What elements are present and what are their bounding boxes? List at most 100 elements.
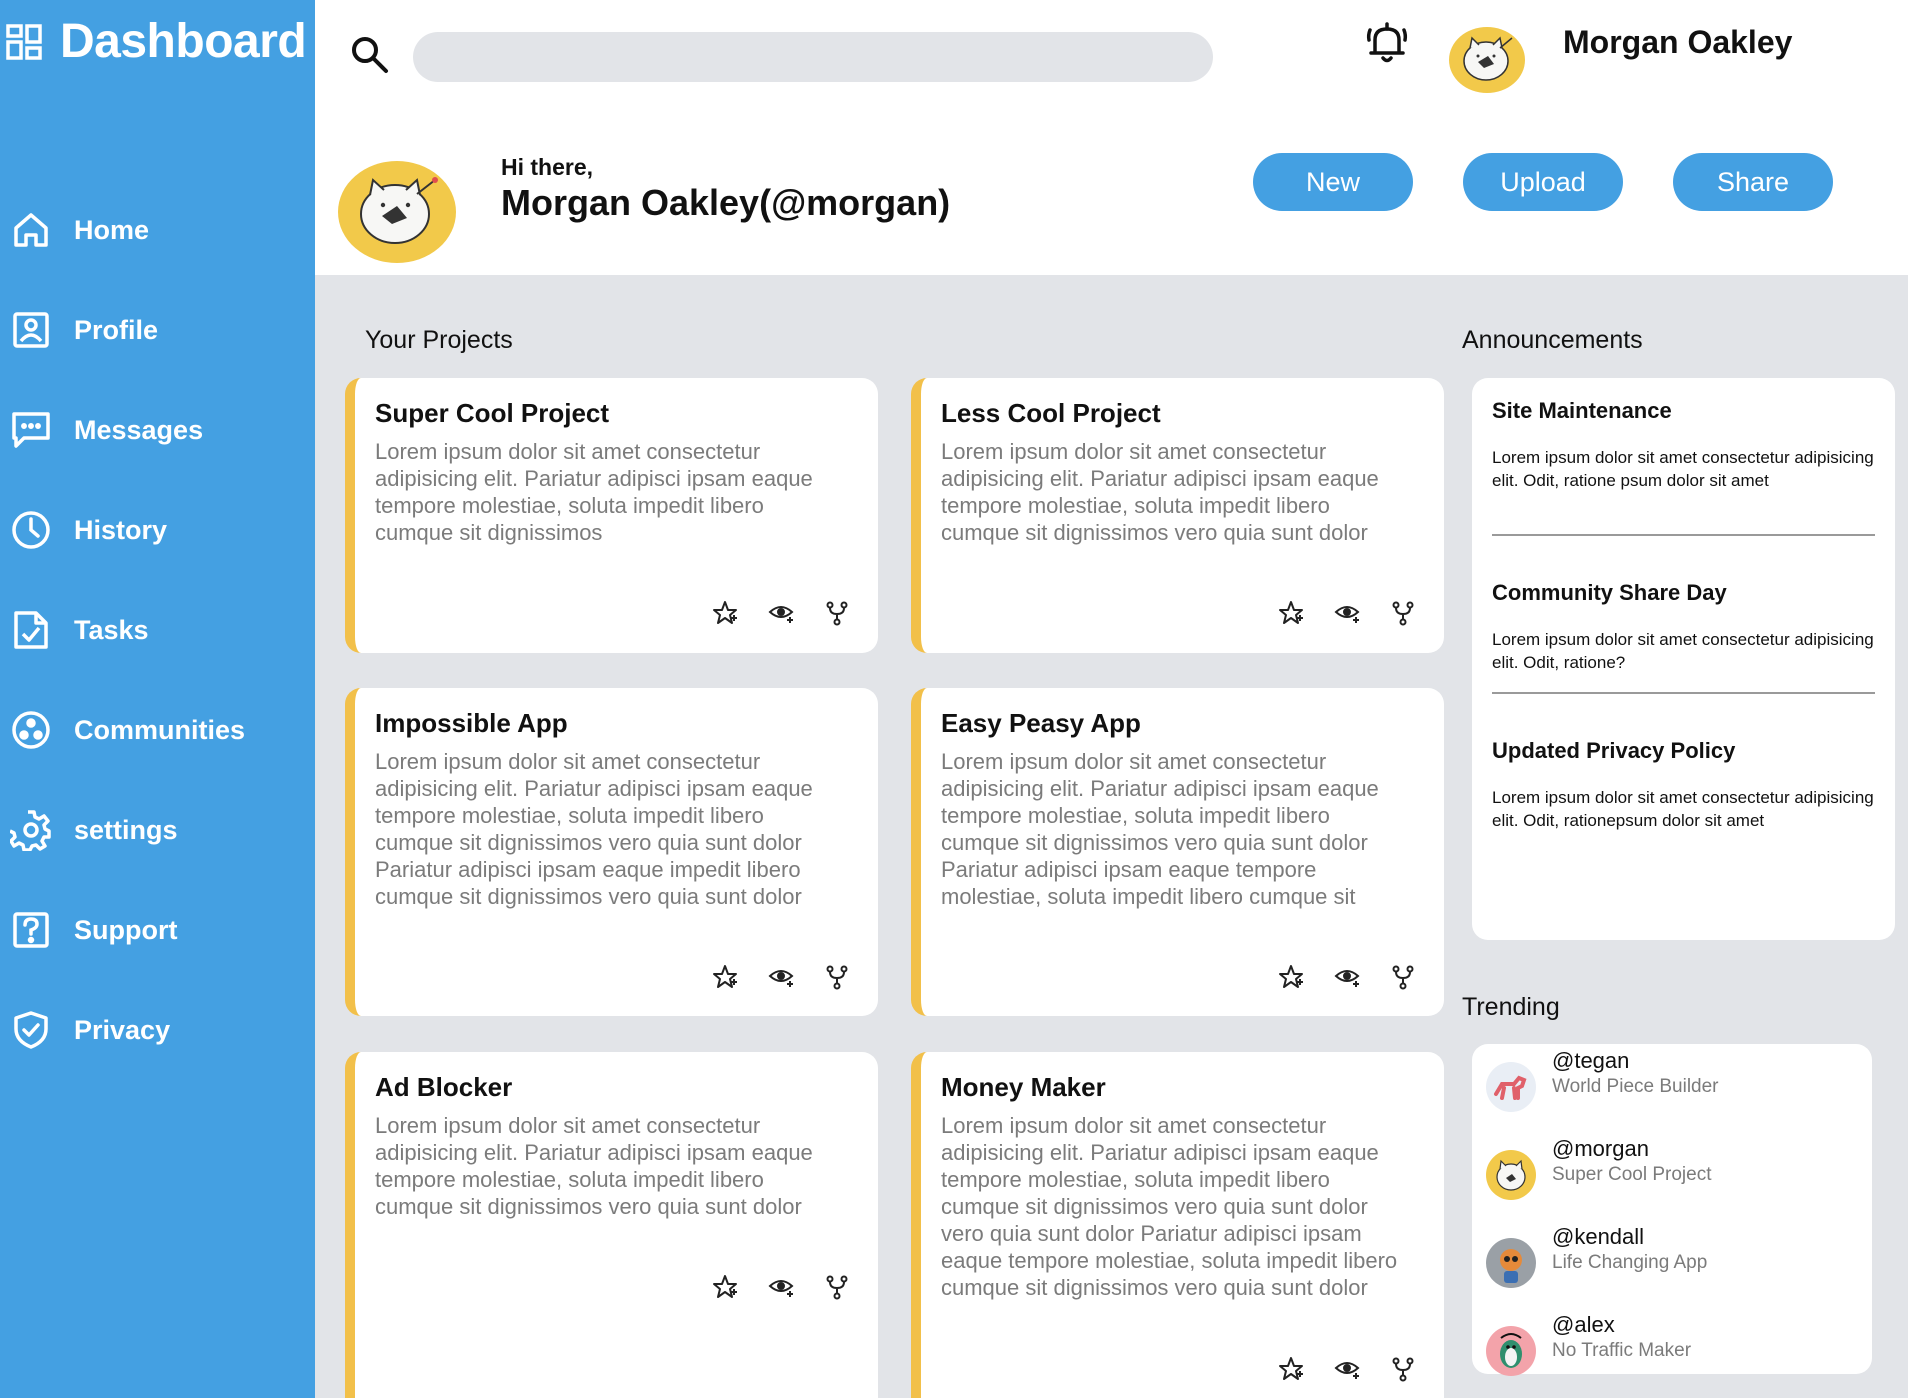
star-icon[interactable] xyxy=(712,1274,738,1300)
trending-item[interactable]: @morgan Super Cool Project xyxy=(1486,1136,1856,1216)
announcements-panel: Site Maintenance Lorem ipsum dolor sit a… xyxy=(1472,378,1895,940)
watch-icon[interactable] xyxy=(1334,1356,1360,1382)
announcement-item[interactable]: Updated Privacy Policy Lorem ipsum dolor… xyxy=(1492,738,1875,832)
trending-item[interactable]: @alex No Traffic Maker xyxy=(1486,1312,1856,1392)
share-button[interactable]: Share xyxy=(1673,153,1833,211)
project-card[interactable]: Easy Peasy App Lorem ipsum dolor sit ame… xyxy=(911,688,1444,1016)
sidebar-item-support[interactable]: Support xyxy=(0,880,315,980)
watch-icon[interactable] xyxy=(768,964,794,990)
fork-icon[interactable] xyxy=(824,964,850,990)
sidebar-item-messages[interactable]: Messages xyxy=(0,380,315,480)
trending-handle: @alex xyxy=(1552,1312,1615,1337)
dashboard-grid-icon xyxy=(6,23,42,60)
penguin-avatar xyxy=(1486,1326,1536,1376)
trending-project: Life Changing App xyxy=(1552,1252,1708,1273)
trending-handle: @kendall xyxy=(1552,1224,1645,1249)
sidebar-item-tasks[interactable]: Tasks xyxy=(0,580,315,680)
trending-handle: @tegan xyxy=(1552,1048,1630,1073)
sidebar-item-label: Tasks xyxy=(74,614,149,645)
project-actions xyxy=(1278,964,1416,990)
project-card[interactable]: Less Cool Project Lorem ipsum dolor sit … xyxy=(911,378,1444,653)
sidebar-item-label: Home xyxy=(74,214,150,245)
sidebar-item-privacy[interactable]: Privacy xyxy=(0,980,315,1080)
divider xyxy=(1492,692,1875,694)
sidebar: Dashboard Home Profile Messages History xyxy=(0,0,315,1398)
sidebar-item-profile[interactable]: Profile xyxy=(0,280,315,380)
announcement-item[interactable]: Community Share Day Lorem ipsum dolor si… xyxy=(1492,580,1875,674)
home-icon xyxy=(10,209,52,251)
fork-icon[interactable] xyxy=(1390,964,1416,990)
project-title: Money Maker xyxy=(941,1072,1106,1102)
search-icon[interactable] xyxy=(349,34,391,76)
projects-heading: Your Projects xyxy=(365,326,513,354)
trending-project: Super Cool Project xyxy=(1552,1164,1712,1185)
project-description: Lorem ipsum dolor sit amet consectetur a… xyxy=(375,749,813,909)
clock-icon xyxy=(10,509,52,551)
announcement-body: Lorem ipsum dolor sit amet consectetur a… xyxy=(1492,788,1874,830)
tasks-icon xyxy=(10,609,52,651)
profile-icon xyxy=(10,309,52,351)
sidebar-item-communities[interactable]: Communities xyxy=(0,680,315,780)
announcement-title: Site Maintenance xyxy=(1492,398,1672,423)
trending-project: No Traffic Maker xyxy=(1552,1340,1692,1361)
project-card[interactable]: Super Cool Project Lorem ipsum dolor sit… xyxy=(345,378,878,653)
sidebar-item-label: Profile xyxy=(74,314,159,345)
brand-title: Dashboard xyxy=(60,15,307,68)
trending-item[interactable]: @tegan World Piece Builder xyxy=(1486,1048,1856,1128)
message-icon xyxy=(10,409,52,451)
trending-panel: @tegan World Piece Builder @morgan Super… xyxy=(1472,1044,1872,1376)
trending-handle: @morgan xyxy=(1552,1136,1649,1161)
project-card[interactable]: Impossible App Lorem ipsum dolor sit ame… xyxy=(345,688,878,1016)
trending-item[interactable]: @kendall Life Changing App xyxy=(1486,1224,1856,1304)
new-button[interactable]: New xyxy=(1253,153,1413,211)
search-input[interactable] xyxy=(413,32,1213,82)
star-icon[interactable] xyxy=(1278,1356,1304,1382)
brand[interactable]: Dashboard xyxy=(6,14,307,69)
fork-icon[interactable] xyxy=(824,600,850,626)
sidebar-item-history[interactable]: History xyxy=(0,480,315,580)
project-description: Lorem ipsum dolor sit amet consectetur a… xyxy=(375,1113,813,1219)
project-description: Lorem ipsum dolor sit amet consectetur a… xyxy=(375,439,813,545)
star-icon[interactable] xyxy=(712,600,738,626)
gear-icon xyxy=(10,809,52,851)
sidebar-item-label: Messages xyxy=(74,414,204,445)
sidebar-item-label: settings xyxy=(74,814,178,845)
watch-icon[interactable] xyxy=(1334,600,1360,626)
sidebar-item-home[interactable]: Home xyxy=(0,180,315,280)
watch-icon[interactable] xyxy=(768,1274,794,1300)
announcement-item[interactable]: Site Maintenance Lorem ipsum dolor sit a… xyxy=(1492,398,1875,492)
bell-icon[interactable] xyxy=(1365,20,1409,66)
sidebar-item-label: Support xyxy=(74,914,178,945)
star-icon[interactable] xyxy=(1278,600,1304,626)
sidebar-item-settings[interactable]: settings xyxy=(0,780,315,880)
greeting: Hi there, xyxy=(501,154,594,180)
project-title: Ad Blocker xyxy=(375,1072,513,1102)
announcement-title: Updated Privacy Policy xyxy=(1492,738,1736,763)
avatar[interactable] xyxy=(1448,26,1526,94)
fox-avatar xyxy=(1486,1238,1536,1288)
fork-icon[interactable] xyxy=(824,1274,850,1300)
upload-button[interactable]: Upload xyxy=(1463,153,1623,211)
cat-avatar xyxy=(1486,1150,1536,1200)
project-card[interactable]: Money Maker Lorem ipsum dolor sit amet c… xyxy=(911,1052,1444,1398)
sidebar-item-label: Privacy xyxy=(74,1014,171,1045)
announcement-title: Community Share Day xyxy=(1492,580,1727,605)
fork-icon[interactable] xyxy=(1390,600,1416,626)
sidebar-item-label: History xyxy=(74,514,168,545)
watch-icon[interactable] xyxy=(1334,964,1360,990)
dog-avatar xyxy=(1486,1062,1536,1112)
star-icon[interactable] xyxy=(712,964,738,990)
project-description: Lorem ipsum dolor sit amet consectetur a… xyxy=(941,749,1379,909)
communities-icon xyxy=(10,709,52,751)
shield-icon xyxy=(10,1009,52,1051)
fork-icon[interactable] xyxy=(1390,1356,1416,1382)
project-card[interactable]: Ad Blocker Lorem ipsum dolor sit amet co… xyxy=(345,1052,878,1398)
project-actions xyxy=(712,600,850,626)
star-icon[interactable] xyxy=(1278,964,1304,990)
announcement-body: Lorem ipsum dolor sit amet consectetur a… xyxy=(1492,448,1874,490)
header: Morgan Oakley Hi there, Morgan Oakley(@m… xyxy=(315,0,1908,275)
watch-icon[interactable] xyxy=(768,600,794,626)
question-icon xyxy=(10,909,52,951)
project-description: Lorem ipsum dolor sit amet consectetur a… xyxy=(941,1113,1398,1300)
profile-avatar xyxy=(337,160,457,264)
